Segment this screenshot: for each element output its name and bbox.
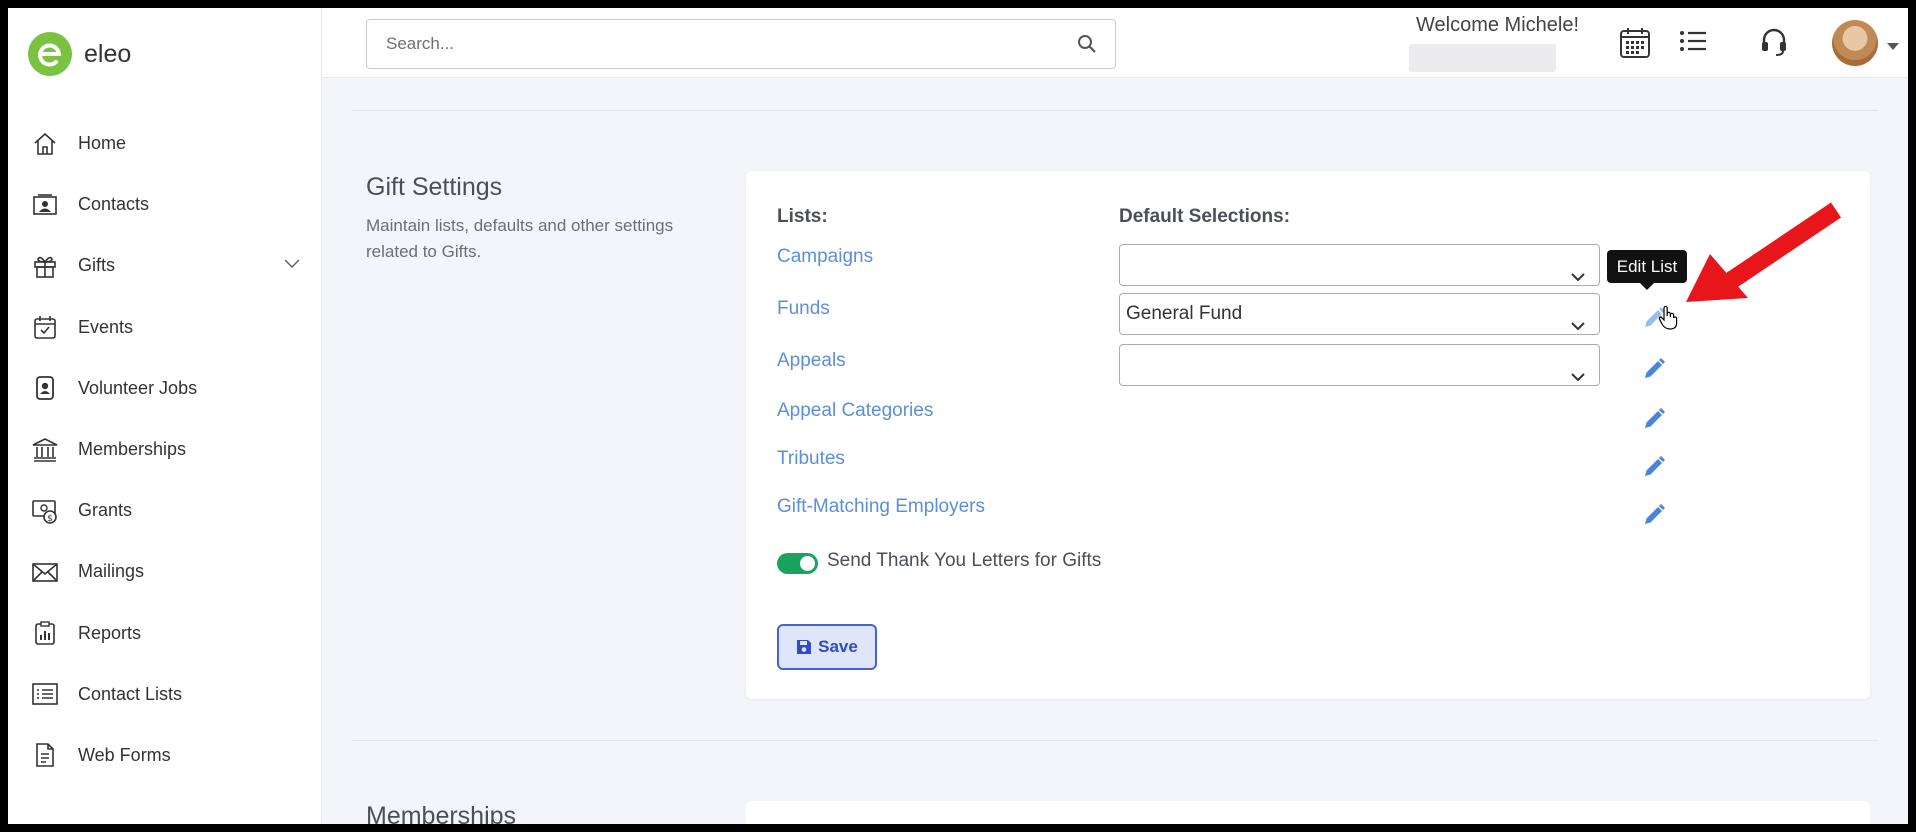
sidebar-item-label: Reports	[78, 622, 142, 643]
form-icon	[30, 740, 60, 770]
sidebar-item-label: Memberships	[78, 439, 187, 460]
calendar-check-icon	[30, 312, 60, 342]
caret-down-icon[interactable]	[1887, 38, 1899, 56]
list-link-tributes[interactable]: Tributes	[777, 448, 845, 470]
task-list-icon[interactable]	[1678, 26, 1708, 61]
calendar-grid-icon[interactable]	[1618, 26, 1652, 65]
list-link-gift-matching-employers[interactable]: Gift-Matching Employers	[777, 496, 985, 518]
funds-select[interactable]: General Fund	[1119, 293, 1600, 335]
section-divider	[352, 110, 1878, 111]
section-title-gift-settings: Gift Settings	[366, 173, 503, 201]
chevron-down-icon	[1571, 257, 1585, 297]
money-icon: $	[30, 496, 60, 526]
list-link-funds[interactable]: Funds	[777, 298, 830, 320]
sidebar-item-volunteer-jobs[interactable]: Volunteer Jobs	[8, 358, 322, 419]
default-selections-header: Default Selections:	[1119, 206, 1291, 227]
chevron-down-icon	[1571, 357, 1585, 397]
section-title-memberships: Memberships	[366, 802, 517, 824]
sidebar-item-label: Volunteer Jobs	[78, 377, 198, 398]
sidebar-item-gifts[interactable]: Gifts	[8, 235, 322, 296]
report-icon	[30, 618, 60, 648]
headset-icon[interactable]	[1759, 26, 1789, 63]
gift-icon	[30, 251, 60, 281]
sidebar-item-grants[interactable]: $ Grants	[8, 480, 322, 541]
sidebar-item-memberships[interactable]: Memberships	[8, 419, 322, 480]
list-link-campaigns[interactable]: Campaigns	[777, 246, 873, 268]
sidebar-item-web-forms[interactable]: Web Forms	[8, 725, 322, 786]
sidebar-item-label: Grants	[78, 500, 133, 521]
sidebar-nav: Home Contacts Gifts Events Volunteer Job…	[8, 113, 322, 786]
save-label: Save	[818, 637, 858, 656]
section-description: Maintain lists, defaults and other setti…	[366, 216, 674, 261]
badge-icon	[30, 373, 60, 403]
edit-gift-matching-employers-pencil-icon[interactable]	[1642, 503, 1666, 532]
sidebar-item-reports[interactable]: Reports	[8, 603, 322, 664]
list-link-appeals[interactable]: Appeals	[777, 350, 846, 372]
red-arrow-icon	[1668, 190, 1848, 315]
list-link-appeal-categories[interactable]: Appeal Categories	[777, 400, 933, 422]
floppy-disk-icon	[796, 639, 812, 655]
campaigns-select[interactable]	[1119, 244, 1600, 286]
sidebar-item-label: Events	[78, 316, 134, 337]
logo-text: eleo	[84, 39, 132, 68]
list-icon	[30, 679, 60, 709]
toggle-knob	[800, 556, 815, 571]
memberships-card	[746, 801, 1870, 824]
lists-header: Lists:	[777, 206, 828, 227]
sidebar-item-label: Home	[78, 133, 127, 154]
sidebar-item-home[interactable]: Home	[8, 113, 322, 174]
search-input[interactable]	[367, 20, 1047, 68]
thank-you-letters-label: Send Thank You Letters for Gifts	[827, 550, 1102, 571]
save-button[interactable]: Save	[777, 624, 877, 670]
welcome-text: Welcome Michele!	[1416, 14, 1580, 36]
svg-text:$: $	[47, 514, 53, 524]
logo-icon	[28, 32, 72, 76]
sidebar-item-contacts[interactable]: Contacts	[8, 174, 322, 235]
search-icon[interactable]	[1077, 34, 1097, 59]
search-box	[366, 19, 1116, 69]
funds-select-value: General Fund	[1126, 303, 1243, 324]
topbar: Welcome Michele!	[322, 8, 1908, 78]
thank-you-letters-toggle[interactable]	[777, 553, 818, 574]
sidebar-item-label: Gifts	[78, 255, 116, 276]
logo[interactable]: eleo	[28, 32, 131, 76]
chevron-down-icon[interactable]	[284, 253, 300, 274]
envelope-icon	[30, 557, 60, 587]
sidebar-item-label: Web Forms	[78, 744, 171, 765]
section-divider	[352, 740, 1878, 741]
sidebar-item-label: Mailings	[78, 561, 145, 582]
edit-appeal-categories-pencil-icon[interactable]	[1642, 407, 1666, 436]
edit-tributes-pencil-icon[interactable]	[1642, 455, 1666, 484]
sidebar-item-label: Contacts	[78, 194, 150, 215]
sidebar: eleo Home Contacts Gifts Events Voluntee…	[8, 8, 322, 824]
edit-appeals-pencil-icon[interactable]	[1642, 357, 1666, 386]
redacted-username	[1409, 44, 1556, 72]
avatar[interactable]	[1832, 20, 1878, 66]
sidebar-item-mailings[interactable]: Mailings	[8, 541, 322, 602]
home-icon	[30, 129, 60, 159]
sidebar-item-label: Contact Lists	[78, 683, 183, 704]
contact-card-icon	[30, 190, 60, 220]
app-window: eleo Home Contacts Gifts Events Voluntee…	[8, 8, 1908, 824]
institution-icon	[30, 435, 60, 465]
sidebar-item-events[interactable]: Events	[8, 297, 322, 358]
chevron-down-icon	[1571, 306, 1585, 346]
appeals-select[interactable]	[1119, 344, 1600, 386]
sidebar-item-contact-lists[interactable]: Contact Lists	[8, 664, 322, 725]
